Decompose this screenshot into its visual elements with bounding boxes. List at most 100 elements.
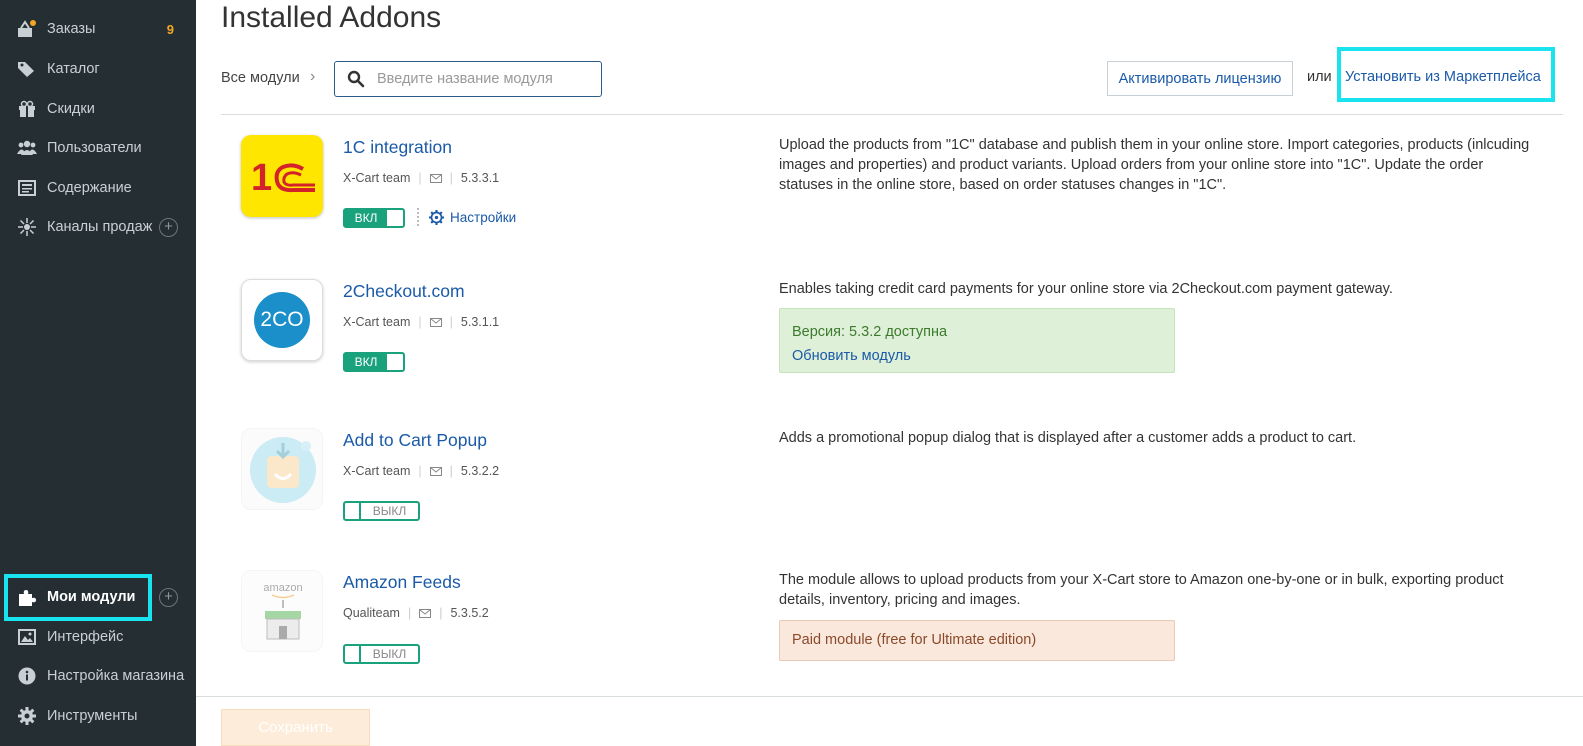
addon-settings-link[interactable]: Настройки xyxy=(417,208,516,226)
addon-version: 5.3.1.1 xyxy=(460,315,500,329)
addon-meta: Qualiteam | | 5.3.5.2 xyxy=(343,606,489,620)
mail-icon[interactable] xyxy=(429,173,442,183)
channels-icon xyxy=(17,217,37,237)
separator: | xyxy=(407,606,412,620)
addon-logo-1c: 1 xyxy=(241,135,323,217)
addon-author: Qualiteam xyxy=(343,606,400,620)
page-title: Installed Addons xyxy=(221,1,442,34)
divider xyxy=(221,114,1563,115)
addon-name-link[interactable]: Add to Cart Popup xyxy=(343,430,487,451)
addon-meta: X-Cart team | | 5.3.2.2 xyxy=(343,464,499,478)
addon-description: Adds a promotional popup dialog that is … xyxy=(779,430,1357,446)
sidebar-item-store-settings[interactable]: Настройка магазина xyxy=(0,656,196,696)
addon-name-link[interactable]: 1C integration xyxy=(343,137,452,158)
divider xyxy=(196,696,1583,697)
mail-icon[interactable] xyxy=(429,317,442,327)
addon-name-link[interactable]: 2Checkout.com xyxy=(343,281,465,302)
sidebar-item-label: Инструменты xyxy=(47,708,138,724)
separator: | xyxy=(449,464,453,478)
settings-label: Настройки xyxy=(450,209,517,225)
sidebar-item-label: Каналы продаж xyxy=(47,219,153,235)
sidebar-item-sales-channels[interactable]: Каналы продаж + xyxy=(0,207,196,247)
activate-license-button[interactable]: Активировать лицензию xyxy=(1107,61,1293,96)
chevron-right-icon: › xyxy=(310,68,316,85)
separator: | xyxy=(418,315,422,329)
sidebar-item-content[interactable]: Содержание xyxy=(0,168,196,208)
update-notice: Версия: 5.3.2 доступна Обновить модуль xyxy=(779,308,1175,373)
logo-text: 2CO xyxy=(254,292,310,348)
sidebar-item-users[interactable]: Пользователи xyxy=(0,128,196,168)
sidebar-item-interface[interactable]: Интерфейс xyxy=(0,617,196,657)
toggle-knob xyxy=(345,503,361,519)
addon-toggle[interactable]: ВЫКЛ xyxy=(343,644,420,664)
svg-text:1: 1 xyxy=(251,157,272,199)
separator: | xyxy=(449,315,453,329)
gear-icon xyxy=(17,706,37,726)
orders-icon xyxy=(17,19,37,39)
toggle-label: ВЫКЛ xyxy=(372,504,407,518)
gear-icon xyxy=(429,209,444,225)
sidebar-item-label: Каталог xyxy=(47,61,100,77)
mail-icon[interactable] xyxy=(419,608,432,618)
mail-icon[interactable] xyxy=(429,466,442,476)
sidebar-item-label: Заказы xyxy=(47,21,96,37)
sidebar-item-discounts[interactable]: Скидки xyxy=(0,89,196,129)
addon-version: 5.3.3.1 xyxy=(460,171,500,185)
addon-logo-amazon: amazon xyxy=(241,570,323,652)
or-label: или xyxy=(1307,69,1332,85)
update-module-link[interactable]: Обновить модуль xyxy=(792,344,1162,368)
highlight-my-modules xyxy=(4,574,152,621)
add-module-button[interactable]: + xyxy=(159,587,178,607)
separator: | xyxy=(418,171,422,185)
sidebar-item-label: Пользователи xyxy=(47,140,142,156)
breadcrumb-all-modules[interactable]: Все модули xyxy=(221,70,300,86)
toggle-label: ВКЛ xyxy=(345,354,387,370)
separator: | xyxy=(418,464,422,478)
separator: | xyxy=(439,606,443,620)
main-content: Installed Addons Все модули › Активирова… xyxy=(196,0,1583,746)
addon-logo-cart-popup xyxy=(241,428,323,510)
orders-count-badge: 9 xyxy=(166,21,174,37)
toggle-knob xyxy=(345,646,361,662)
highlight-marketplace xyxy=(1337,47,1555,102)
addon-author: X-Cart team xyxy=(343,464,411,478)
update-version-text: Версия: 5.3.2 доступна xyxy=(792,324,948,340)
sidebar-item-catalog[interactable]: Каталог xyxy=(0,49,196,89)
search-box xyxy=(334,61,602,97)
sidebar-item-orders[interactable]: Заказы 9 xyxy=(0,9,196,49)
tags-icon xyxy=(17,59,37,79)
separator: | xyxy=(449,171,453,185)
addon-toggle[interactable]: ВКЛ xyxy=(343,352,405,372)
users-icon xyxy=(17,138,37,158)
add-channel-button[interactable]: + xyxy=(159,217,178,237)
addon-toggle[interactable]: ВКЛ xyxy=(343,208,405,228)
addon-version: 5.3.2.2 xyxy=(460,464,500,478)
info-icon xyxy=(17,666,37,686)
addon-author: X-Cart team xyxy=(343,315,411,329)
addon-author: X-Cart team xyxy=(343,171,411,185)
content-icon xyxy=(17,178,37,198)
search-icon xyxy=(347,70,365,88)
gift-icon xyxy=(17,99,37,119)
addon-toggle[interactable]: ВЫКЛ xyxy=(343,501,420,521)
addon-description: Upload the products from "1C" database a… xyxy=(779,137,1530,193)
sidebar: Заказы 9 Каталог Скидки Пользователи Сод… xyxy=(0,0,196,746)
toggle-label: ВЫКЛ xyxy=(372,647,407,661)
image-icon xyxy=(17,627,37,647)
addon-name-link[interactable]: Amazon Feeds xyxy=(343,572,461,593)
paid-module-notice: Paid module (free for Ultimate edition) xyxy=(779,620,1175,661)
addon-description: The module allows to upload products fro… xyxy=(779,572,1504,608)
divider xyxy=(417,208,419,226)
toggle-label: ВКЛ xyxy=(345,210,387,226)
addon-description: Enables taking credit card payments for … xyxy=(779,281,1393,297)
addon-meta: X-Cart team | | 5.3.3.1 xyxy=(343,171,499,185)
module-search-input[interactable] xyxy=(377,71,597,87)
sidebar-item-label: Интерфейс xyxy=(47,629,124,645)
sidebar-item-label: Содержание xyxy=(47,180,132,196)
addon-logo-2checkout: 2CO xyxy=(241,279,323,361)
logo-text: amazon xyxy=(263,582,302,594)
sidebar-item-label: Настройка магазина xyxy=(47,668,185,684)
sidebar-item-label: Скидки xyxy=(47,101,95,117)
sidebar-item-tools[interactable]: Инструменты xyxy=(0,696,196,736)
save-button[interactable]: Сохранить xyxy=(221,709,370,746)
